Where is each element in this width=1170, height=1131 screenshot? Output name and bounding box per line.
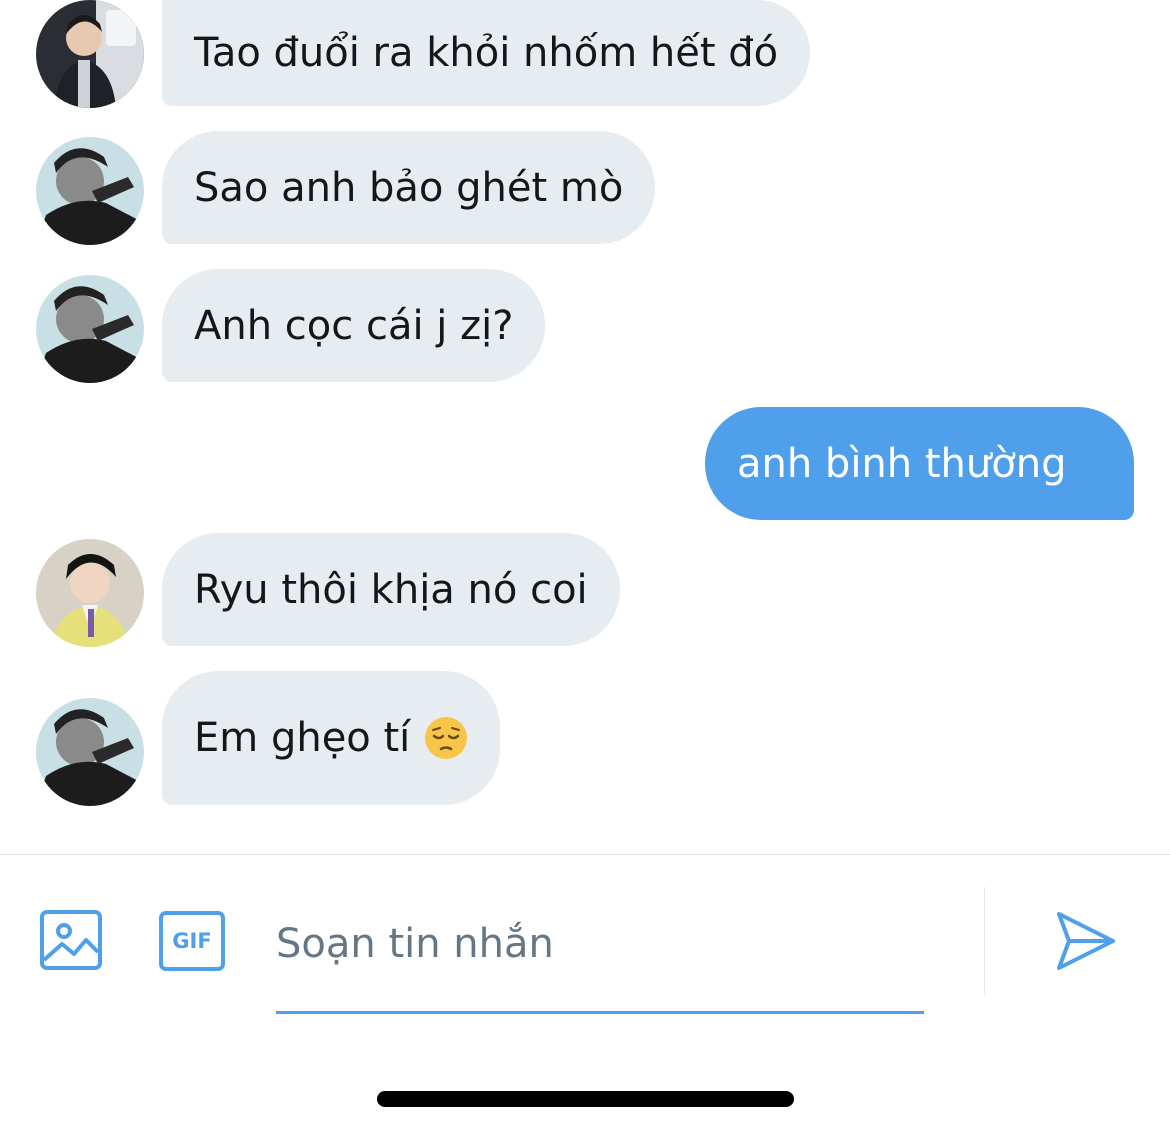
message-bubble-outgoing[interactable]: anh bình thường <box>705 407 1134 520</box>
sender-avatar[interactable] <box>36 0 144 108</box>
avatar-image <box>36 698 144 806</box>
sender-avatar[interactable] <box>36 698 144 806</box>
avatar-image <box>36 0 144 108</box>
message-text: Ryu thôi khịa nó coi <box>194 566 588 613</box>
image-icon[interactable] <box>40 910 104 972</box>
send-icon[interactable] <box>1055 910 1117 972</box>
input-underline <box>276 1011 924 1014</box>
message-text: Tao đuổi ra khỏi nhốm hết đó <box>194 30 779 76</box>
avatar-image <box>36 137 144 245</box>
sender-avatar[interactable] <box>36 275 144 383</box>
home-indicator <box>377 1091 794 1107</box>
gif-label: GIF <box>172 929 212 953</box>
sender-avatar[interactable] <box>36 137 144 245</box>
message-text: Anh cọc cái j zị? <box>194 302 514 349</box>
message-bubble-incoming[interactable]: Em ghẹo tí <box>162 671 501 805</box>
message-bubble-incoming[interactable]: Sao anh bảo ghét mò <box>162 131 656 244</box>
composer-divider <box>0 854 1170 855</box>
message-text: Sao anh bảo ghét mò <box>194 164 624 211</box>
pensive-face-emoji-icon <box>425 717 468 759</box>
avatar-image <box>36 275 144 383</box>
message-text: Em ghẹo tí <box>194 715 411 761</box>
message-input[interactable] <box>276 905 924 983</box>
gif-button[interactable]: GIF <box>159 911 225 971</box>
avatar-image <box>36 539 144 647</box>
message-bubble-incoming[interactable]: Tao đuổi ra khỏi nhốm hết đó <box>162 0 811 106</box>
dm-conversation-screen: Tao đuổi ra khỏi nhốm hết đó Sao anh bảo… <box>0 0 1170 1131</box>
sender-avatar[interactable] <box>36 539 144 647</box>
message-bubble-incoming[interactable]: Ryu thôi khịa nó coi <box>162 533 620 646</box>
send-divider <box>984 887 985 995</box>
message-bubble-incoming[interactable]: Anh cọc cái j zị? <box>162 269 546 382</box>
message-text: anh bình thường <box>737 440 1067 487</box>
